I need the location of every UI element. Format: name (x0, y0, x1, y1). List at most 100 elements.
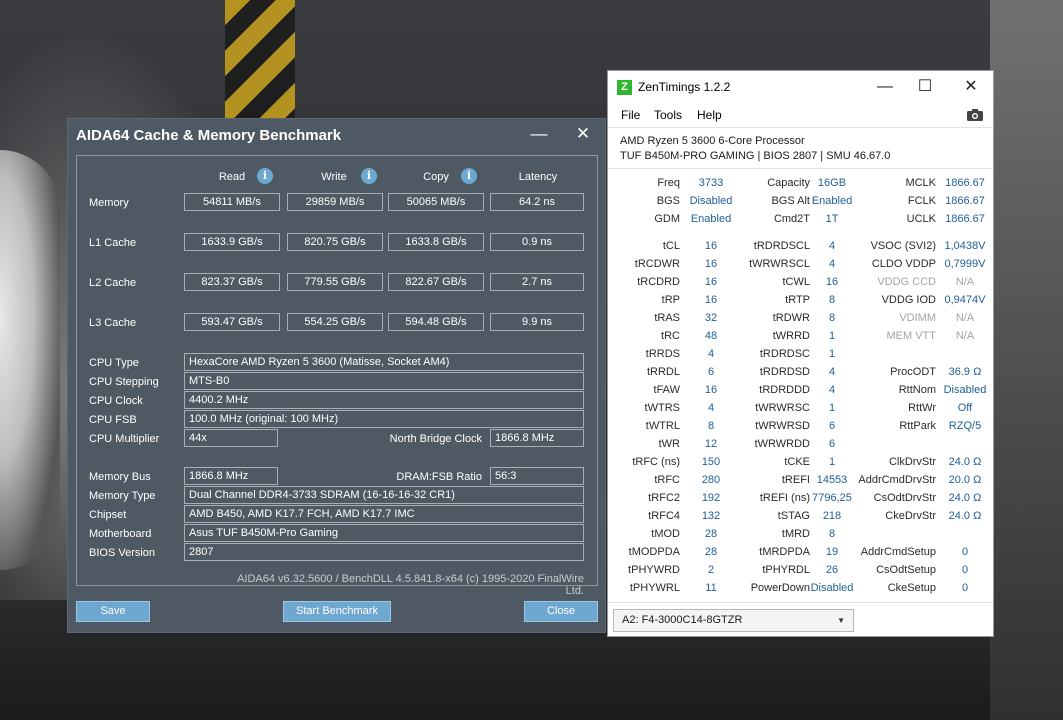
timing-value: 2 (707, 564, 715, 576)
timing-value: Disabled (810, 582, 854, 594)
timing-value: 4 (707, 402, 715, 414)
timing-value: 1866.67 (945, 195, 985, 207)
timing-label: tWTRS (644, 402, 680, 414)
row-label-l3: L3 Cache (89, 317, 137, 329)
timing-value: 4 (828, 366, 836, 378)
timing-value: 8 (828, 528, 836, 540)
l1-write-value: 820.75 GB/s (287, 233, 383, 251)
menu-file[interactable]: File (621, 108, 640, 122)
timing-label: tRRDS (645, 348, 680, 360)
timing-label: tRP (661, 294, 680, 306)
timing-label: BGS Alt (771, 195, 810, 207)
start-benchmark-button[interactable]: Start Benchmark (283, 601, 391, 622)
timing-label: tMODPDA (628, 546, 680, 558)
timing-value: 1T (825, 213, 839, 225)
aida64-close-window-button[interactable]: ✕ (568, 123, 598, 145)
timing-value: 1 (828, 456, 836, 468)
timing-value: 218 (822, 510, 842, 522)
memory-type-label: Memory Type (89, 490, 156, 502)
zentimings-titlebar: Z ZenTimings 1.2.2 — ☐ ✕ (608, 71, 993, 103)
timing-value: N/A (955, 276, 975, 288)
timing-value: 1,0438V (944, 240, 986, 252)
timing-label: tRDWR (772, 312, 810, 324)
divider (608, 168, 993, 169)
dram-fsb-field: 56:3 (490, 467, 584, 485)
motherboard-label: Motherboard (89, 528, 152, 540)
timing-value: 16 (704, 276, 718, 288)
info-icon[interactable]: i (257, 168, 273, 184)
memory-write-value: 29859 MB/s (287, 193, 383, 211)
nb-clock-label: North Bridge Clock (389, 433, 482, 445)
chipset-label: Chipset (89, 509, 127, 521)
memory-module-select[interactable]: A2: F4-3000C14-8GTZR ▼ (613, 609, 854, 632)
timing-label: Cmd2T (773, 213, 810, 225)
zen-minimize-button[interactable]: — (865, 75, 905, 99)
timing-label: tPHYWRL (629, 582, 680, 594)
timing-label: tRFC2 (648, 492, 680, 504)
cpu-fsb-label: CPU FSB (89, 414, 137, 426)
aida64-title: AIDA64 Cache & Memory Benchmark (76, 127, 342, 144)
close-icon: ✕ (964, 78, 978, 95)
timing-value: 19 (825, 546, 839, 558)
timing-value: 24.0 Ω (948, 510, 982, 522)
timing-value: 28 (704, 528, 718, 540)
aida64-window: AIDA64 Cache & Memory Benchmark — ✕ Read… (67, 118, 606, 633)
info-icon[interactable]: i (361, 168, 377, 184)
timing-value: 16 (704, 240, 718, 252)
memory-type-field: Dual Channel DDR4-3733 SDRAM (16-16-16-3… (184, 486, 584, 504)
timing-label: VDIMM (899, 312, 936, 324)
timing-value: N/A (955, 330, 975, 342)
timing-label: VSOC (SVI2) (870, 240, 936, 252)
zentimings-window: Z ZenTimings 1.2.2 — ☐ ✕ File Tools Help… (607, 70, 994, 637)
timing-label: tWRWRSD (755, 420, 810, 432)
timing-label: tRCDRD (637, 276, 680, 288)
timing-label: tRAS (654, 312, 680, 324)
menu-tools[interactable]: Tools (654, 108, 682, 122)
timing-label: tRDRDSD (759, 366, 810, 378)
timing-label: MEM VTT (886, 330, 937, 342)
zen-close-button[interactable]: ✕ (951, 75, 991, 99)
menu-help[interactable]: Help (697, 108, 722, 122)
zen-maximize-button[interactable]: ☐ (905, 75, 945, 99)
timing-value: 3733 (698, 177, 724, 189)
minimize-icon: — (877, 78, 893, 95)
timing-value: 280 (701, 474, 721, 486)
zentimings-logo-icon: Z (617, 80, 632, 95)
l2-copy-value: 822.67 GB/s (388, 273, 484, 291)
timing-label: BGS (656, 195, 680, 207)
bios-version-field: 2807 (184, 543, 584, 561)
timing-label: Capacity (767, 177, 810, 189)
timing-value: 7796,25 (812, 492, 852, 504)
screenshot-camera-icon[interactable] (966, 108, 984, 122)
timing-label: tWRWRSCL (749, 258, 810, 270)
timing-label: CLDO VDDP (871, 258, 936, 270)
row-label-l2: L2 Cache (89, 277, 137, 289)
maximize-icon: ☐ (917, 78, 933, 95)
timing-value: 8 (828, 294, 836, 306)
timing-label: tWTRL (645, 420, 680, 432)
save-button[interactable]: Save (76, 601, 150, 622)
timing-label: tRRDL (646, 366, 680, 378)
timing-value: 48 (704, 330, 718, 342)
close-button[interactable]: Close (524, 601, 598, 622)
timing-label: tREFI (ns) (759, 492, 810, 504)
minimize-button[interactable]: — (524, 123, 554, 145)
cpu-multiplier-field: 44x (184, 429, 278, 447)
timing-value: Disabled (689, 195, 733, 207)
timing-value: Disabled (943, 384, 987, 396)
timing-label: tRCDWR (634, 258, 680, 270)
timing-label: FCLK (907, 195, 936, 207)
l2-write-value: 779.55 GB/s (287, 273, 383, 291)
timing-label: tWRRD (772, 330, 810, 342)
timing-value: 8 (828, 312, 836, 324)
timing-value: 6 (707, 366, 715, 378)
timing-label: Freq (657, 177, 680, 189)
cpu-type-field: HexaCore AMD Ryzen 5 3600 (Matisse, Sock… (184, 353, 584, 371)
timing-value: N/A (955, 312, 975, 324)
info-icon[interactable]: i (461, 168, 477, 184)
background-car (0, 150, 60, 570)
row-label-memory: Memory (89, 197, 129, 209)
timing-label: CkeDrvStr (885, 510, 936, 522)
cpu-fsb-field: 100.0 MHz (original: 100 MHz) (184, 410, 584, 428)
timing-label: tRDRDSCL (753, 240, 810, 252)
